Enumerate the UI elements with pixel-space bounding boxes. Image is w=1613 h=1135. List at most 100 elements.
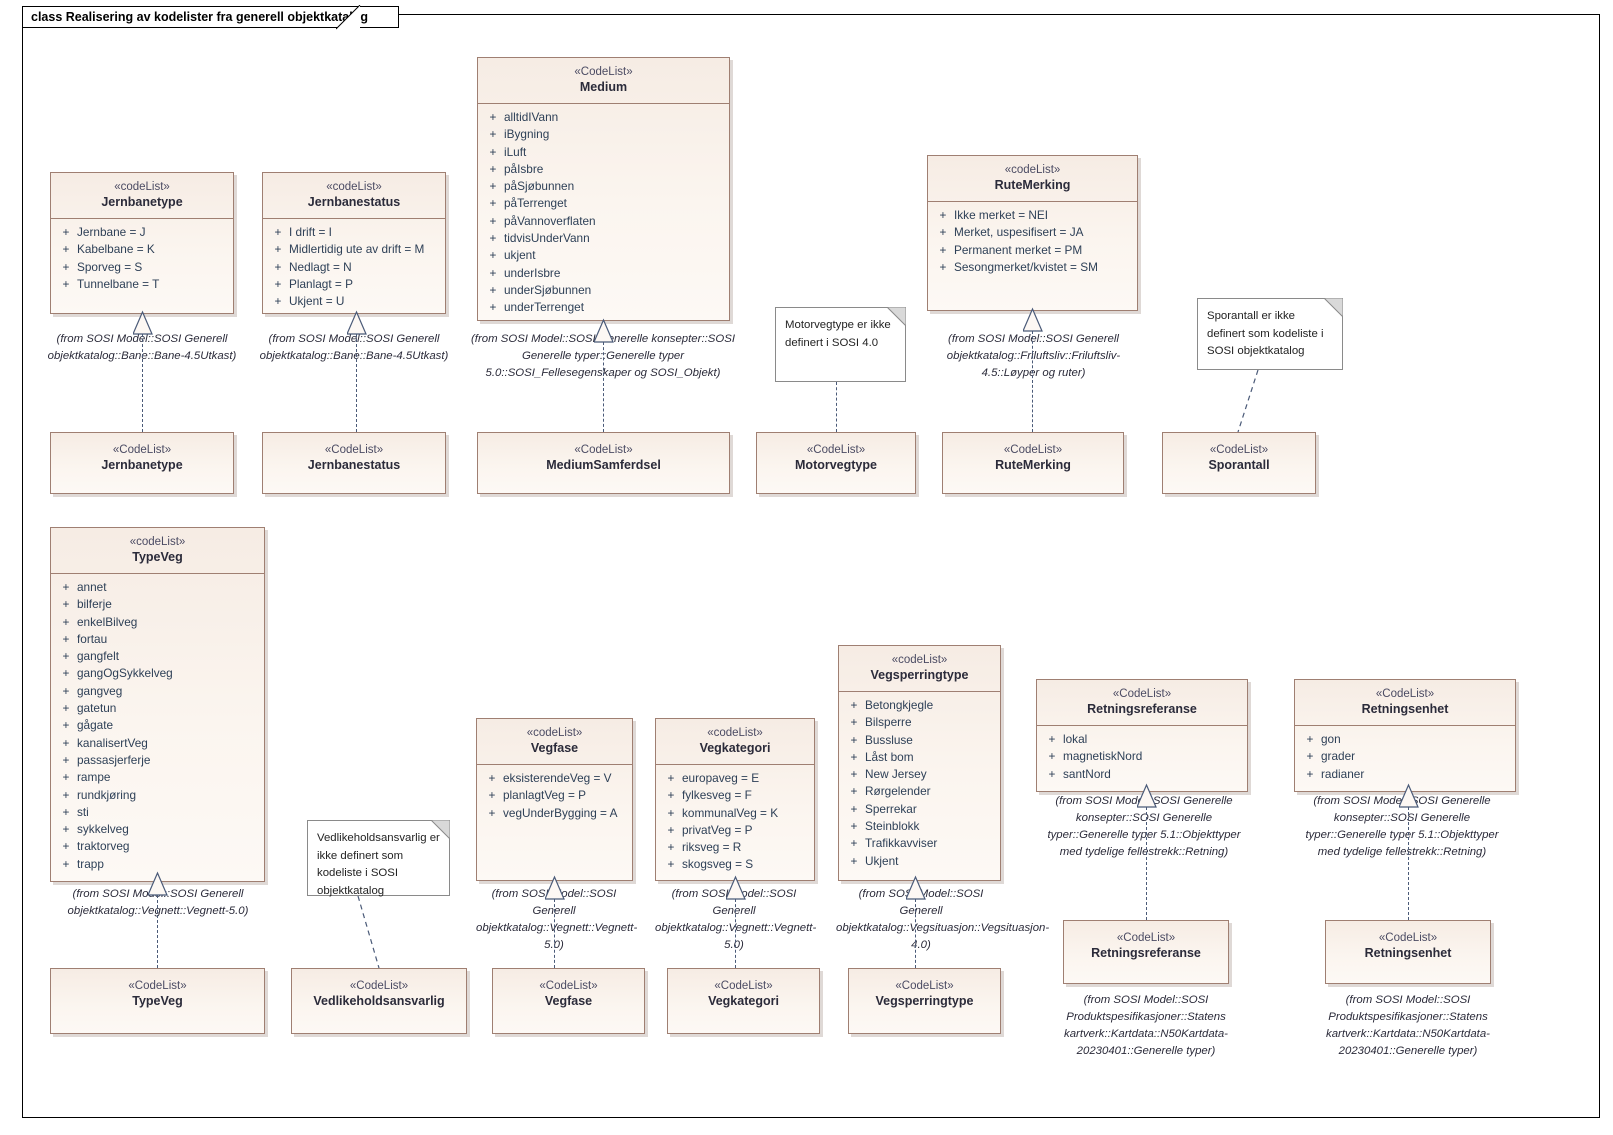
class-typeveg-source[interactable]: «codeList» TypeVeg + annet + bilferje + enk… [50,527,265,882]
class-header: «codeList» Vegkategori [656,719,814,764]
class-header: «CodeList» Vegfase [493,969,644,1017]
class-jernbanetype-source[interactable]: «codeList» Jernbanetype + Jernbane = J + K… [50,172,234,314]
note-link-motorvegtype[interactable] [836,382,837,432]
class-header: «codeList» Vegsperringtype [839,646,1000,691]
note-link-sporantall[interactable] [1230,370,1260,434]
class-vegfase-target[interactable]: «CodeList» Vegfase [492,968,645,1034]
class-vedlikeholdsansvarlig-target[interactable]: «CodeList» Vedlikeholdsansvarlig [291,968,467,1034]
realization-arrowhead-icon [133,310,153,335]
attribute-row: + underIsbre [489,265,561,280]
attribute-row: + Bilsperre [850,715,912,730]
attribute-row: + rampe [62,770,111,785]
class-jernbanetype-target[interactable]: «CodeList» Jernbanetype [50,432,234,494]
realization-link-vegfase[interactable] [554,899,555,968]
attribute-row: + enkelBilveg [62,614,138,629]
package-path-retningsenhet-target: (from SOSI Model::SOSI Produktspesifikas… [1326,994,1490,1057]
class-stereotype: «CodeList» [112,444,172,456]
note-text: Motorvegtype er ikke definert i SOSI 4.0 [785,319,891,349]
class-name: Retningsenhet [1361,702,1449,717]
attribute-row: + gågate [62,718,114,733]
class-header: «CodeList» Jernbanestatus [263,433,445,481]
class-name: Medium [579,80,628,95]
class-rutemerking-target[interactable]: «CodeList» RuteMerking [942,432,1124,494]
attribute-row: + påTerrenget [489,196,567,211]
realization-arrowhead-icon [148,871,168,896]
attribute-row: + gangOgSykkelveg [62,666,173,681]
attribute-row: + Ukjent [850,853,899,868]
realization-link-jernbanetype[interactable] [142,334,143,432]
class-stereotype: «CodeList» [714,980,773,992]
class-stereotype: «codeList» [129,536,186,548]
class-vegsperringtype-source[interactable]: «codeList» Vegsperringtype + Betongkjegle… [838,645,1001,881]
class-header: «CodeList» MediumSamferdsel [478,433,729,481]
class-name: Jernbanestatus [307,195,401,210]
note-text: Sporantall er ikke definert som kodelist… [1207,310,1324,357]
class-name: Vegsperringtype [870,668,969,683]
attribute-row: + bilferje [62,597,112,612]
attribute-row: + fylkesveg = F [667,788,752,803]
attribute-row: + lokal [1048,732,1088,746]
class-stereotype: «CodeList» [895,980,954,992]
class-retningsreferanse-source[interactable]: «CodeList» Retningsreferanse + lokal + mag… [1036,679,1248,792]
class-stereotype: «CodeList» [1378,932,1438,944]
note-link-vedlikeholdsansvarlig[interactable] [355,896,385,970]
attribute-row: + underSjøbunnen [489,282,592,297]
class-motorvegtype-target[interactable]: «CodeList» Motorvegtype [756,432,916,494]
class-header: «CodeList» Vegkategori [668,969,819,1017]
class-header: «CodeList» Retningsenhet [1295,680,1515,725]
class-vegkategori-source[interactable]: «codeList» Vegkategori + europaveg = E + f… [655,718,815,881]
class-sporantall-target[interactable]: «CodeList» Sporantall [1162,432,1316,494]
realization-link-rutemerking[interactable] [1032,331,1033,432]
class-name: Vegfase [530,741,579,756]
attribute-row: + passasjerferje [62,752,151,767]
realization-link-vegsperringtype[interactable] [915,899,916,968]
realization-link-retningsreferanse[interactable] [1146,807,1147,920]
attribute-compartment: + annet + bilferje + enkelBilveg + fortau + g… [51,574,264,879]
realization-link-retningsenhet[interactable] [1408,807,1409,920]
realization-arrowhead-icon [545,875,565,900]
attribute-compartment: + I drift = I + Midlertidig ute av drift =… [263,219,445,316]
class-stereotype: «CodeList» [1116,932,1176,944]
realization-link-typeveg[interactable] [157,895,158,968]
class-stereotype: «codeList» [326,181,382,193]
class-stereotype: «codeList» [1004,164,1061,176]
realization-link-vegkategori[interactable] [735,899,736,968]
attribute-row: + gangfelt [62,649,119,664]
attribute-compartment: + Jernbane = J + Kabelbane = K + Sporveg = … [51,219,233,299]
package-path-jernbanestatus: (from SOSI Model::SOSI Generell objektka… [259,333,449,362]
class-mediumsamferdsel-target[interactable]: «CodeList» MediumSamferdsel [477,432,730,494]
attribute-row: + gangveg [62,683,123,698]
attribute-row: + sykkelveg [62,822,129,837]
class-name: Vegkategori [708,994,779,1009]
class-medium-source[interactable]: «CodeList» Medium + alltidIVann + iBygning… [477,57,730,321]
attribute-row: + Steinblokk [850,819,920,834]
class-name: Vegfase [544,994,593,1009]
class-retningsenhet-source[interactable]: «CodeList» Retningsenhet + gon + grader + r… [1294,679,1516,792]
attribute-row: + eksisterendeVeg = V [488,771,612,785]
attribute-row: + planlagtVeg = P [488,788,586,803]
class-vegfase-source[interactable]: «codeList» Vegfase + eksisterendeVeg = V … [476,718,633,881]
class-name: MediumSamferdsel [546,458,661,473]
class-rutemerking-source[interactable]: «codeList» RuteMerking + Ikke merket = NE… [927,155,1138,311]
attribute-row: + Tunnelbane = T [62,276,160,291]
attribute-row: + Permanent merket = PM [939,242,1083,257]
class-stereotype: «CodeList» [324,444,384,456]
realization-link-medium[interactable] [603,342,604,432]
class-retningsenhet-target[interactable]: «CodeList» Retningsenhet [1325,920,1491,984]
class-vegkategori-target[interactable]: «CodeList» Vegkategori [667,968,820,1034]
attribute-compartment: + eksisterendeVeg = V + planlagtVeg = P + v… [477,765,632,828]
attribute-row: + annet [62,580,107,594]
class-jernbanestatus-target[interactable]: «CodeList» Jernbanestatus [262,432,446,494]
attribute-row: + Sporveg = S [62,259,143,274]
class-retningsreferanse-target[interactable]: «CodeList» Retningsreferanse [1063,920,1229,984]
class-stereotype: «CodeList» [806,444,866,456]
class-vegsperringtype-target[interactable]: «CodeList» Vegsperringtype [848,968,1001,1034]
attribute-row: + magnetiskNord [1048,749,1143,764]
class-typeveg-target[interactable]: «CodeList» TypeVeg [50,968,265,1034]
attribute-row: + Ukjent = U [274,294,345,309]
attribute-compartment: + alltidIVann + iBygning + iLuft + påIsbre +… [478,104,729,323]
realization-link-jernbanestatus[interactable] [356,334,357,432]
note-sporantall: Sporantall er ikke definert som kodelist… [1197,298,1343,370]
class-jernbanestatus-source[interactable]: «codeList» Jernbanestatus + I drift = I +… [262,172,446,314]
class-header: «CodeList» Motorvegtype [757,433,915,481]
